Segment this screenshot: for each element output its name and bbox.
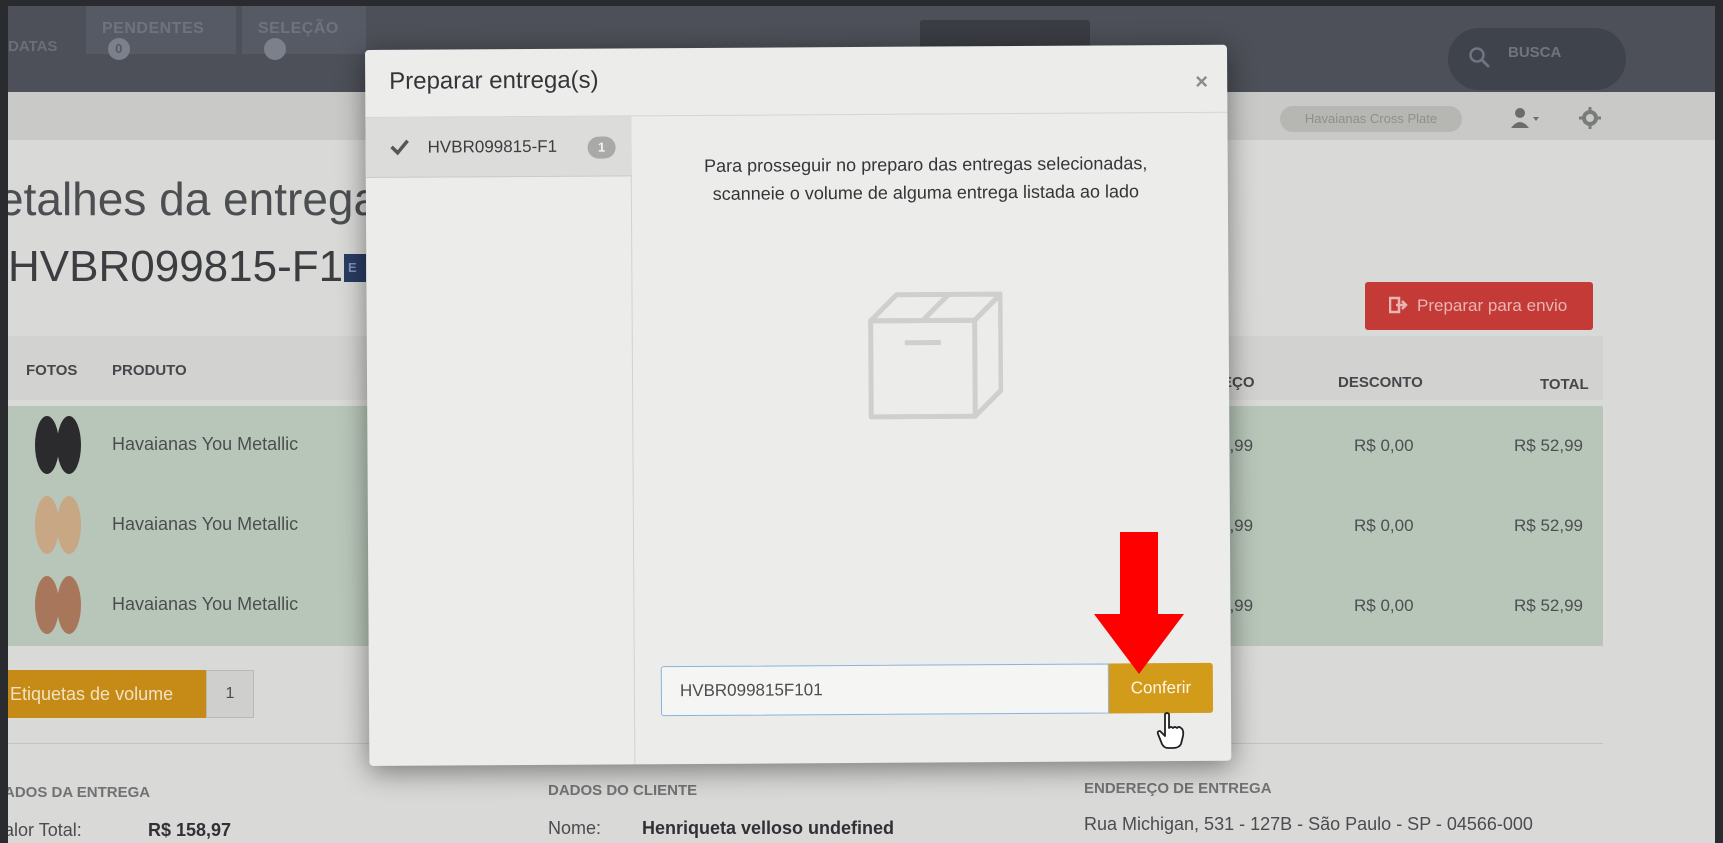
scan-instructions: Para prosseguir no preparo das entregas … [656,149,1196,208]
delivery-list-item-label: HVBR099815-F1 [427,136,558,157]
address-line: Rua Michigan, 531 - 127B - São Paulo - S… [1084,814,1533,834]
box-icon [868,291,1004,420]
tab-pendentes[interactable]: PENDENTES0 [86,6,236,60]
client-section-title: DADOS DO CLIENTE [548,782,698,799]
annotation-arrow-icon [1094,532,1184,674]
total-value: R$ 52,99 [1514,596,1583,615]
discount-value: R$ 0,00 [1354,516,1414,535]
address-section-title: ENDEREÇO DE ENTREGA [1084,780,1272,797]
scan-instructions-line2: scanneie o volume de alguma entrega list… [712,181,1140,204]
product-name: Havaianas You Metallic [112,594,299,614]
col-photos: FOTOS [26,362,78,379]
total-value: R$ 52,99 [1514,436,1583,455]
delivery-section-title: ADOS DA ENTREGA [8,784,151,801]
check-icon [390,139,409,156]
product-photo [35,416,81,474]
modal-header: Preparar entrega(s) × [365,44,1228,118]
volume-labels-count[interactable]: 1 [206,670,254,718]
col-total: TOTAL [1540,376,1589,393]
app-screen: DATAS PENDENTES0 SELEÇÃO BUSCA Havaianas… [8,6,1723,843]
user-menu-icon[interactable] [1510,106,1540,130]
store-badge[interactable]: Havaianas Cross Plate [1280,106,1462,132]
volume-count-badge: 1 [587,136,616,159]
screen-bezel [1715,0,1723,843]
discount-value: R$ 0,00 [1354,436,1414,455]
tab-selecao-count [264,38,286,60]
product-photo [35,576,81,634]
search-button[interactable]: BUSCA [1448,28,1626,90]
close-icon[interactable]: × [1195,69,1208,95]
discount-value: R$ 0,00 [1354,596,1414,615]
delivery-total-label: alor Total: [8,820,82,840]
delivery-total-value: R$ 158,97 [148,820,232,840]
page-title: etalhes da entrega [8,173,380,225]
search-icon [1469,47,1490,68]
sign-out-icon [1389,296,1408,314]
product-name: Havaianas You Metallic [112,514,299,534]
app-logo: DATAS [8,38,58,55]
delivery-list-item[interactable]: HVBR099815-F1 1 [365,116,632,178]
scan-instructions-line1: Para prosseguir no preparo das entregas … [704,153,1148,176]
product-name: Havaianas You Metallic [112,434,299,454]
modal-title: Preparar entrega(s) [389,66,599,95]
delivery-id: HVBR099815-F1 [8,242,344,291]
tab-pendentes-label: PENDENTES [102,20,205,37]
volume-labels-button[interactable]: Etiquetas de volume [8,670,206,718]
tab-selecao[interactable]: SELEÇÃO [242,6,366,60]
delivery-list: HVBR099815-F1 1 [365,116,636,766]
tab-selecao-label: SELEÇÃO [258,20,339,37]
scan-input[interactable] [660,663,1110,717]
prepare-for-shipping-button[interactable]: Preparar para envio [1365,282,1593,330]
col-product: PRODUTO [112,362,187,379]
client-name-value: Henriqueta velloso undefined [642,818,895,838]
gear-icon[interactable] [1578,106,1602,130]
status-badge: E [344,254,366,282]
product-photo [35,496,81,554]
search-label: BUSCA [1508,44,1562,61]
hand-cursor-icon [1156,712,1185,749]
total-value: R$ 52,99 [1514,516,1583,535]
client-name-label: Nome: [548,818,602,838]
col-discount: DESCONTO [1338,374,1423,391]
prepare-for-shipping-label: Preparar para envio [1417,296,1568,315]
tab-pendentes-count: 0 [108,38,130,60]
